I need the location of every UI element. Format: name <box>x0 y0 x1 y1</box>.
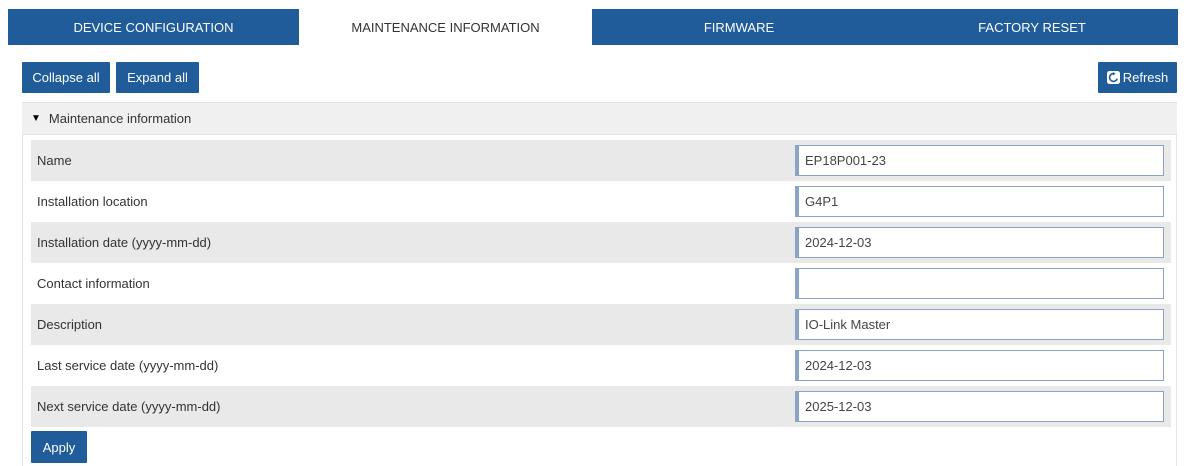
tab-firmware[interactable]: FIRMWARE <box>592 9 886 45</box>
apply-button[interactable]: Apply <box>31 431 87 463</box>
field-label: Last service date (yyyy-mm-dd) <box>37 358 219 373</box>
refresh-button[interactable]: Refresh <box>1098 62 1177 93</box>
field-row-name: Name <box>31 140 1171 181</box>
tab-bar: DEVICE CONFIGURATION MAINTENANCE INFORMA… <box>8 9 1178 45</box>
last-service-date-input[interactable] <box>795 350 1164 381</box>
tab-factory-reset[interactable]: FACTORY RESET <box>886 9 1178 45</box>
field-label: Description <box>37 317 103 332</box>
tab-maintenance-information[interactable]: MAINTENANCE INFORMATION <box>299 9 592 45</box>
field-row-contact-information: Contact information <box>31 263 1171 304</box>
field-row-installation-date: Installation date (yyyy-mm-dd) <box>31 222 1171 263</box>
field-label: Next service date (yyyy-mm-dd) <box>37 399 221 414</box>
field-row-last-service-date: Last service date (yyyy-mm-dd) <box>31 345 1171 386</box>
expand-all-button[interactable]: Expand all <box>116 62 199 93</box>
field-row-installation-location: Installation location <box>31 181 1171 222</box>
section-header-maintenance-information[interactable]: ▼ Maintenance information <box>22 102 1177 135</box>
field-list: Name Installation location Installation … <box>31 140 1171 427</box>
field-label: Contact information <box>37 276 150 291</box>
name-input[interactable] <box>795 145 1164 176</box>
field-row-next-service-date: Next service date (yyyy-mm-dd) <box>31 386 1171 427</box>
collapse-all-button[interactable]: Collapse all <box>22 62 110 93</box>
field-label: Installation date (yyyy-mm-dd) <box>37 235 212 250</box>
section-title: Maintenance information <box>48 111 192 126</box>
installation-date-input[interactable] <box>795 227 1164 258</box>
refresh-button-label: Refresh <box>1122 70 1169 85</box>
field-label: Name <box>37 153 72 168</box>
caret-down-icon: ▼ <box>31 113 41 124</box>
next-service-date-input[interactable] <box>795 391 1164 422</box>
contact-information-input[interactable] <box>795 268 1164 299</box>
refresh-icon <box>1106 71 1120 84</box>
field-row-description: Description <box>31 304 1171 345</box>
installation-location-input[interactable] <box>795 186 1164 217</box>
tab-device-configuration[interactable]: DEVICE CONFIGURATION <box>8 9 299 45</box>
description-input[interactable] <box>795 309 1164 340</box>
field-label: Installation location <box>37 194 148 209</box>
section-body: Name Installation location Installation … <box>22 135 1177 466</box>
